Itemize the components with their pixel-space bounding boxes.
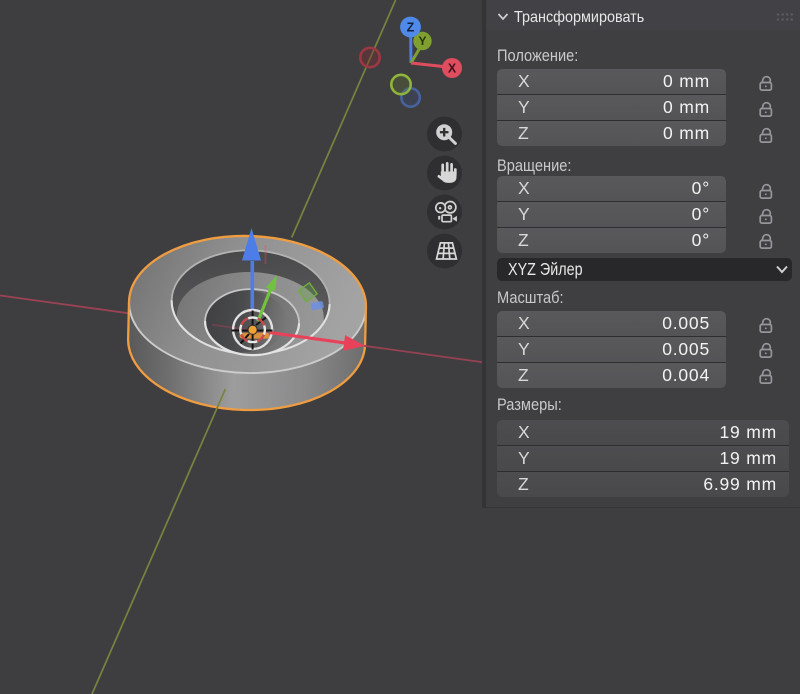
svg-text:Y: Y: [418, 34, 426, 48]
svg-text:Z: Z: [407, 21, 415, 35]
svg-text:X: X: [448, 62, 457, 76]
